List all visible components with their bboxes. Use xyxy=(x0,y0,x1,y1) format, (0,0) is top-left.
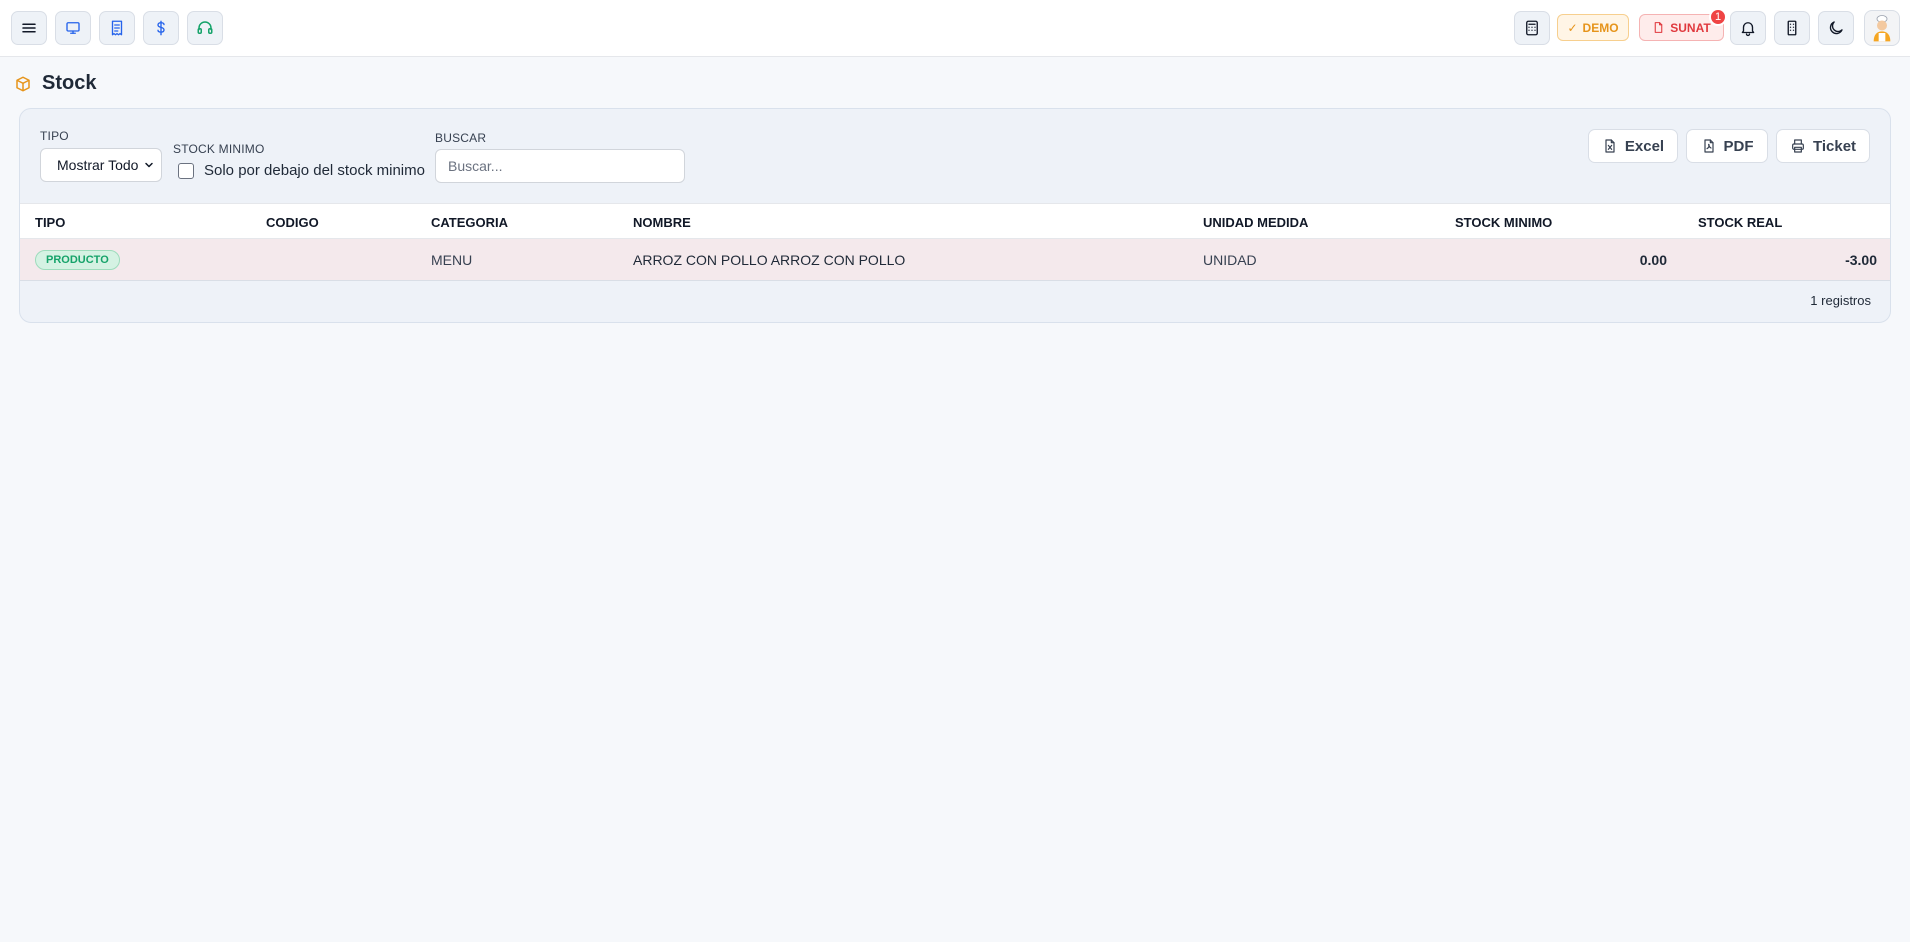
excel-button[interactable]: Excel xyxy=(1588,129,1678,163)
chevron-down-icon xyxy=(145,162,153,168)
stock-table: TIPO CODIGO CATEGORIA NOMBRE UNIDAD MEDI… xyxy=(20,203,1890,281)
dollar-icon xyxy=(157,20,165,36)
tipo-select[interactable]: Mostrar Todo xyxy=(40,148,162,182)
moon-icon xyxy=(1829,21,1843,35)
stock-panel: TIPO Mostrar Todo STOCK MINIMO Solo por … xyxy=(19,108,1891,323)
excel-label: Excel xyxy=(1624,137,1665,155)
document-icon xyxy=(1654,22,1663,33)
header-codigo[interactable]: CODIGO xyxy=(266,215,319,230)
pdf-button[interactable]: PDF xyxy=(1686,129,1768,163)
monitor-icon xyxy=(66,22,80,34)
stock-minimo-checkbox-label[interactable]: Solo por debajo del stock minimo xyxy=(204,162,425,179)
receipt-icon xyxy=(111,20,123,36)
tipo-label: TIPO xyxy=(40,129,69,143)
pdf-file-icon xyxy=(1703,139,1714,153)
header-tipo[interactable]: TIPO xyxy=(35,215,65,230)
user-avatar[interactable] xyxy=(1864,10,1900,46)
demo-badge[interactable]: ✓ DEMO xyxy=(1557,14,1629,41)
stock-minimo-checkbox[interactable] xyxy=(178,163,194,179)
header-unidad-medida[interactable]: UNIDAD MEDIDA xyxy=(1203,215,1308,230)
stock-minimo-label: STOCK MINIMO xyxy=(173,142,265,156)
header-stock-minimo[interactable]: STOCK MINIMO xyxy=(1455,215,1552,230)
tipo-badge: PRODUCTO xyxy=(35,250,120,270)
chef-avatar-icon xyxy=(1873,15,1891,42)
notifications-button[interactable] xyxy=(1730,11,1766,45)
sunat-label: SUNAT xyxy=(1670,20,1711,35)
header-nombre[interactable]: NOMBRE xyxy=(633,215,691,230)
header-categoria[interactable]: CATEGORIA xyxy=(431,215,508,230)
menu-button[interactable] xyxy=(11,11,47,45)
pdf-label: PDF xyxy=(1723,137,1754,155)
calculator-icon xyxy=(1526,20,1538,36)
dollar-button[interactable] xyxy=(143,11,179,45)
excel-file-icon xyxy=(1605,139,1615,153)
bell-icon xyxy=(1741,22,1755,37)
cell-nombre: ARROZ CON POLLO ARROZ CON POLLO xyxy=(633,252,906,268)
cell-stock-real: -3.00 xyxy=(1845,252,1877,268)
menu-icon xyxy=(22,23,36,33)
table-row[interactable]: PRODUCTO MENU ARROZ CON POLLO ARROZ CON … xyxy=(20,239,1890,281)
ticket-label: Ticket xyxy=(1812,137,1857,155)
box-icon xyxy=(16,76,30,91)
printer-icon xyxy=(1792,139,1804,153)
dark-mode-toggle[interactable] xyxy=(1818,11,1854,45)
support-button[interactable] xyxy=(187,11,223,45)
company-button[interactable] xyxy=(1774,11,1810,45)
page-title: Stock xyxy=(42,72,97,94)
building-icon xyxy=(1787,20,1797,36)
buscar-label: BUSCAR xyxy=(435,131,487,145)
demo-label: DEMO xyxy=(1582,20,1619,35)
sunat-notification-badge: 1 xyxy=(1709,8,1727,26)
headset-icon xyxy=(197,21,213,34)
ticket-button[interactable]: Ticket xyxy=(1776,129,1870,163)
cell-stock-minimo: 0.00 xyxy=(1639,252,1667,268)
record-count: 1 registros xyxy=(1810,293,1871,308)
cell-unidad-medida: UNIDAD xyxy=(1203,252,1257,268)
monitor-button[interactable] xyxy=(55,11,91,45)
check-icon: ✓ xyxy=(1567,20,1578,35)
receipt-button[interactable] xyxy=(99,11,135,45)
search-input[interactable] xyxy=(435,149,685,183)
top-bar: ✓ DEMO SUNAT 1 xyxy=(0,0,1910,57)
header-stock-real[interactable]: STOCK REAL xyxy=(1698,215,1782,230)
table-header: TIPO CODIGO CATEGORIA NOMBRE UNIDAD MEDI… xyxy=(20,203,1890,239)
cell-categoria: MENU xyxy=(431,252,473,268)
tipo-select-value: Mostrar Todo xyxy=(57,157,139,173)
calculator-button[interactable] xyxy=(1514,11,1550,45)
page-heading: Stock xyxy=(14,72,96,95)
